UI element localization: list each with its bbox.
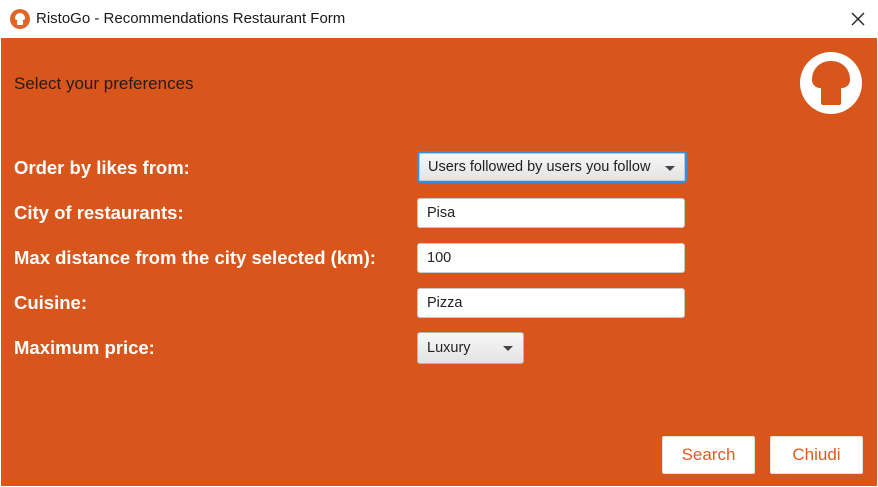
search-button[interactable]: Search — [662, 436, 755, 474]
chef-hat-logo-icon — [800, 52, 862, 114]
chiudi-button[interactable]: Chiudi — [770, 436, 863, 474]
cuisine-input[interactable]: Pizza — [417, 288, 685, 318]
chevron-down-icon — [665, 166, 675, 171]
window-title: RistoGo - Recommendations Restaurant For… — [36, 10, 346, 27]
order-by-label: Order by likes from: — [14, 157, 190, 178]
max-price-select[interactable]: Luxury — [417, 332, 524, 364]
max-price-label: Maximum price: — [14, 337, 155, 358]
city-input[interactable]: Pisa — [417, 198, 685, 228]
chevron-down-icon — [503, 346, 513, 351]
order-by-value: Users followed by users you follow — [428, 159, 651, 175]
form-panel: Select your preferences Order by likes f… — [1, 38, 877, 486]
page-subtitle: Select your preferences — [14, 74, 194, 93]
order-by-select[interactable]: Users followed by users you follow — [417, 151, 687, 183]
close-window-button[interactable] — [838, 0, 878, 38]
max-distance-input[interactable]: 100 — [417, 243, 685, 273]
cuisine-label: Cuisine: — [14, 292, 87, 313]
title-bar: RistoGo - Recommendations Restaurant For… — [0, 0, 878, 38]
city-label: City of restaurants: — [14, 202, 184, 223]
max-distance-label: Max distance from the city selected (km)… — [14, 247, 376, 268]
close-icon — [851, 12, 865, 26]
chef-hat-icon — [10, 9, 30, 29]
max-price-value: Luxury — [427, 340, 471, 356]
